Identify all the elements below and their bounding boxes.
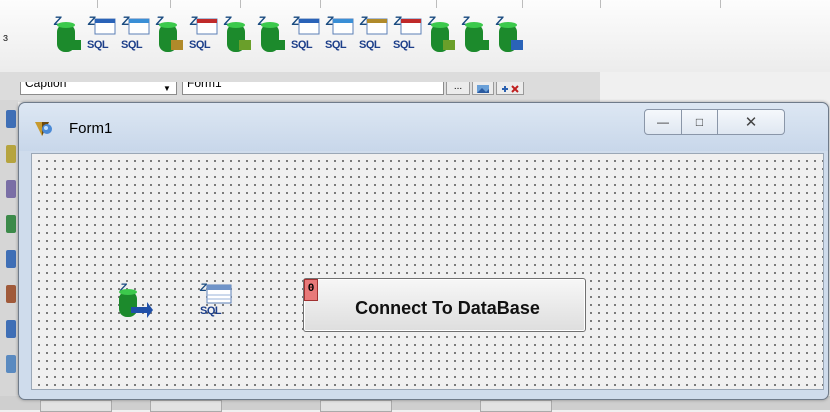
palette-divider (436, 0, 437, 8)
property-value-text: Form1 (187, 82, 222, 90)
property-name-select[interactable]: Caption (20, 82, 177, 95)
palette-sql-label: SQL (87, 39, 109, 51)
form-titlebar[interactable]: Form1 — □ ✕ (19, 103, 828, 151)
zquery-component[interactable]: Z SQL (197, 281, 233, 321)
zpg-event-alerter-icon[interactable]: Z (493, 14, 525, 58)
close-button[interactable]: ✕ (717, 109, 785, 135)
image-icon[interactable] (472, 82, 494, 95)
remove-event-icon[interactable] (496, 82, 524, 95)
zquery-sql-label: SQL (200, 305, 222, 317)
palette-divider (720, 0, 721, 8)
zsql-processor-icon[interactable]: Z (255, 14, 287, 58)
maximize-icon: □ (695, 115, 704, 129)
caption-buttons: — □ ✕ (644, 109, 785, 135)
zquery-icon[interactable]: Z SQL (85, 14, 117, 58)
zstored-proc-icon[interactable]: Z (221, 14, 253, 58)
delphi-logo-icon (35, 122, 52, 136)
zconnection-icon: Z (119, 282, 153, 318)
property-value-field[interactable]: Form1 (182, 82, 444, 95)
zsql-metadata-icon[interactable]: Z SQL (323, 14, 355, 58)
palette-scroll-mark[interactable]: ɜ (3, 32, 8, 44)
palette-sql-label: SQL (291, 39, 313, 51)
form1-window[interactable]: Form1 — □ ✕ Z Z SQL 0 Connect To DataBas… (18, 102, 829, 400)
button-tag-badge: 0 (304, 279, 318, 301)
palette-divider (600, 0, 601, 8)
maximize-button[interactable]: □ (681, 109, 718, 135)
minimize-button[interactable]: — (644, 109, 682, 135)
zsequence-icon[interactable]: Z (425, 14, 457, 58)
connect-button-label: Connect To DataBase (355, 297, 540, 318)
zreadonly-query-icon[interactable]: Z SQL (119, 14, 151, 58)
zconnection-icon[interactable]: Z (51, 14, 83, 58)
object-inspector-strip: Caption ▼ Form1 ... (0, 72, 600, 102)
palette-divider (97, 0, 98, 8)
component-palette: ɜ Z Z SQL Z SQL Z Z SQL Z Z Z SQL Z SQL Z SQL Z SQL Z Z Z (0, 0, 830, 72)
palette-divider (320, 0, 321, 8)
zsql-monitor-icon[interactable]: Z SQL (289, 14, 321, 58)
chevron-down-icon[interactable]: ▼ (162, 84, 172, 93)
minimize-icon: — (657, 115, 669, 129)
zsql-editor-icon[interactable]: Z SQL (357, 14, 389, 58)
form-design-surface[interactable]: Z Z SQL 0 Connect To DataBase (31, 153, 824, 390)
palette-sql-label: SQL (121, 39, 143, 51)
zsql-display-icon[interactable]: Z SQL (391, 14, 423, 58)
palette-divider (522, 0, 523, 8)
close-icon: ✕ (744, 114, 758, 131)
zib-event-alerter-icon[interactable]: Z (459, 14, 491, 58)
zconnection-component[interactable]: Z (117, 281, 153, 321)
palette-divider (170, 0, 171, 8)
palette-sql-label: SQL (359, 39, 381, 51)
palette-sql-label: SQL (325, 39, 347, 51)
palette-icon-row: Z Z SQL Z SQL Z Z SQL Z Z Z SQL Z SQL Z SQL Z SQL Z Z Z (51, 14, 525, 58)
palette-divider (240, 0, 241, 8)
connect-button[interactable]: 0 Connect To DataBase (303, 278, 586, 332)
ide-side-strip (0, 100, 18, 410)
ztable-icon[interactable]: Z (153, 14, 185, 58)
palette-sql-label: SQL (393, 39, 415, 51)
zupdate-sql-icon[interactable]: Z SQL (187, 14, 219, 58)
property-name-value: Caption (25, 82, 67, 90)
form-title: Form1 (69, 120, 113, 137)
ellipsis-button[interactable]: ... (446, 82, 470, 95)
palette-sql-label: SQL (189, 39, 211, 51)
